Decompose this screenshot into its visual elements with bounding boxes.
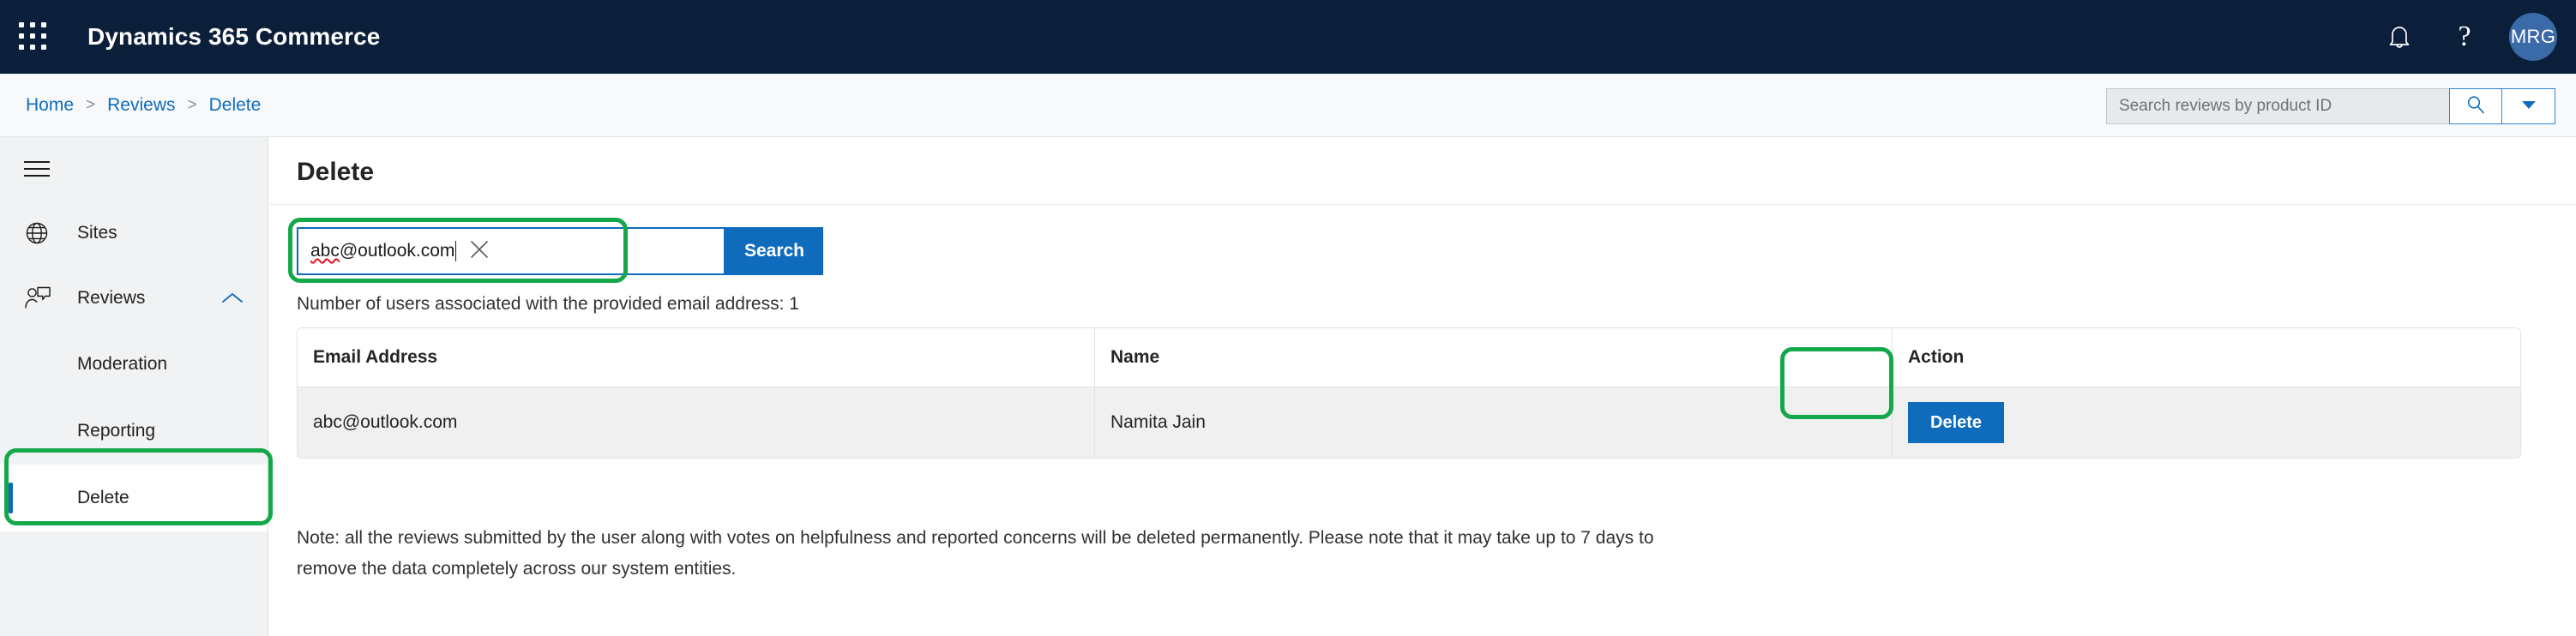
breadcrumb-item-home[interactable]: Home	[26, 95, 74, 116]
close-x-icon	[468, 238, 491, 265]
email-search-value-rest: @outlook.com	[339, 241, 455, 261]
sidebar-item-label: Sites	[77, 223, 117, 243]
column-header-email-address: Email Address	[298, 328, 1095, 387]
sidebar-item-reviews[interactable]: Reviews	[0, 266, 268, 331]
question-mark-icon: ?	[2458, 21, 2471, 52]
table-row: abc@outlook.com Namita Jain Delete	[298, 387, 2520, 458]
magnifier-icon	[2465, 94, 2486, 119]
sidebar-item-label: Moderation	[77, 354, 168, 374]
help-button[interactable]: ?	[2432, 0, 2497, 74]
email-search-field[interactable]: abc @outlook.com	[297, 227, 725, 275]
cell-email-address: abc@outlook.com	[298, 387, 1095, 458]
reviews-person-comment-icon	[24, 285, 58, 311]
clear-search-button[interactable]	[456, 229, 503, 273]
top-header-bar: Dynamics 365 Commerce ? MRG	[0, 0, 2576, 74]
main-content: Delete abc @outlook.com Search Number of…	[269, 137, 2576, 636]
sidebar-item-moderation[interactable]: Moderation	[0, 331, 268, 398]
global-search-input[interactable]	[2106, 88, 2449, 124]
sidebar-item-delete[interactable]: Delete	[0, 465, 268, 531]
column-header-name: Name	[1095, 328, 1893, 387]
delete-user-button[interactable]: Delete	[1908, 402, 2005, 443]
column-header-action: Action	[1908, 347, 1965, 367]
global-search-dropdown-button[interactable]	[2502, 88, 2555, 124]
title-divider	[269, 204, 2576, 205]
bell-icon	[2386, 23, 2412, 51]
deletion-note: Note: all the reviews submitted by the u…	[297, 528, 1654, 579]
sidebar-item-label: Delete	[77, 488, 129, 507]
breadcrumb-separator: >	[187, 95, 197, 114]
breadcrumb-item-reviews[interactable]: Reviews	[107, 95, 175, 116]
sidebar-navigation: Sites Reviews Moderation Reporting Delet…	[0, 137, 268, 636]
global-search-submit-button[interactable]	[2449, 88, 2502, 124]
app-title: Dynamics 365 Commerce	[87, 23, 381, 50]
avatar[interactable]: MRG	[2509, 13, 2557, 61]
email-search-value: abc @outlook.com	[298, 241, 457, 261]
breadcrumb: Home > Reviews > Delete	[26, 95, 261, 116]
page-title: Delete	[297, 158, 375, 186]
notifications-button[interactable]	[2367, 0, 2432, 74]
global-search	[2106, 88, 2555, 124]
globe-icon	[24, 220, 58, 246]
user-count-text: Number of users associated with the prov…	[297, 294, 799, 314]
table-header-row: Email Address Name Action	[298, 328, 2520, 387]
dynamics-365-commerce-page: Dynamics 365 Commerce ? MRG Home > Revie…	[0, 0, 2576, 636]
breadcrumb-bar: Home > Reviews > Delete	[0, 74, 2576, 137]
sidebar-item-reporting[interactable]: Reporting	[0, 398, 268, 465]
email-search-value-misspelled: abc	[310, 241, 340, 261]
sidebar-item-label: Reporting	[77, 421, 156, 441]
sidebar-collapse-button[interactable]	[0, 137, 268, 201]
cell-name: Namita Jain	[1095, 387, 1893, 458]
search-button[interactable]: Search	[725, 227, 823, 275]
breadcrumb-item-delete[interactable]: Delete	[209, 95, 262, 116]
cell-action: Delete	[1893, 387, 2520, 458]
app-launcher-grid-icon[interactable]	[19, 22, 48, 51]
chevron-up-icon[interactable]	[221, 291, 244, 305]
hamburger-menu-icon	[24, 161, 50, 177]
sidebar-item-sites[interactable]: Sites	[0, 201, 268, 266]
breadcrumb-separator: >	[86, 95, 96, 114]
email-search-row: abc @outlook.com Search	[297, 227, 823, 275]
chevron-down-icon	[2521, 99, 2537, 114]
users-table: Email Address Name Action abc@outlook.co…	[297, 327, 2521, 459]
sidebar-item-label: Reviews	[77, 288, 146, 308]
top-header-actions: ? MRG	[2367, 0, 2576, 74]
